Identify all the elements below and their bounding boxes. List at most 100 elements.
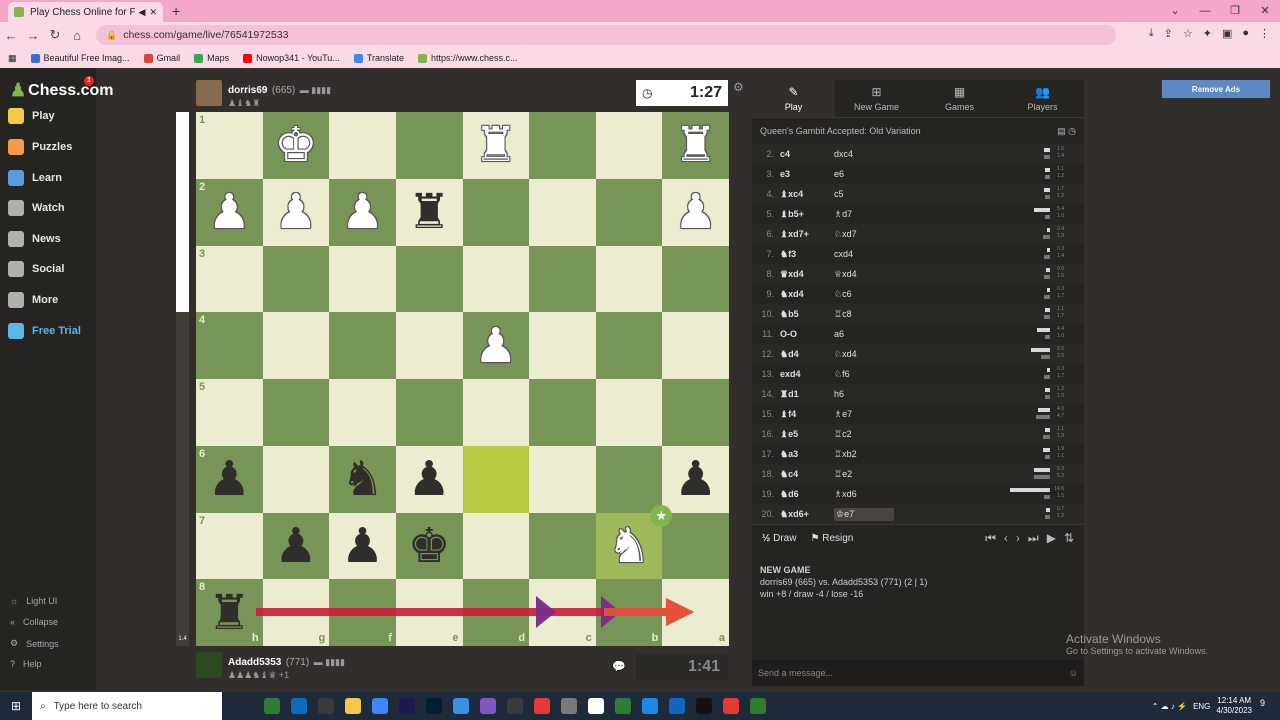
extensions-icon[interactable]: ✦ [1203,27,1212,40]
opening-name[interactable]: Queen's Gambit Accepted: Old Variation [760,126,921,136]
black-move[interactable]: cxd4 [834,249,894,259]
white-move[interactable]: ♝f4 [780,409,834,420]
taskbar-app-icon[interactable] [534,698,550,714]
board-square[interactable]: g [262,579,330,646]
black-piece[interactable]: ♚ [408,522,451,570]
taskbar-app-icon[interactable] [669,698,685,714]
close-tab-icon[interactable]: ✕ [149,7,157,18]
black-move[interactable]: ♖c8 [834,309,894,320]
tab-players[interactable]: 👥 Players [1001,80,1084,117]
white-piece[interactable]: ♚ [274,121,317,169]
bookmark-item[interactable]: Beautiful Free Imag... [30,53,130,63]
white-move[interactable]: ♝xd7+ [780,229,834,240]
white-move[interactable]: ♝b5+ [780,209,834,220]
white-piece[interactable]: ♟ [274,188,317,236]
taskbar-app-icon[interactable] [588,698,604,714]
board-square[interactable]: 2 ♟ [196,178,263,246]
black-move[interactable]: ♘xd7 [834,229,894,240]
board-square[interactable]: ♟ [329,512,396,580]
board-square[interactable] [529,379,596,446]
back-icon[interactable]: ← [0,28,22,43]
black-move[interactable]: dxc4 [834,149,894,159]
black-move[interactable]: h6 [834,389,894,399]
white-move[interactable]: ♞f3 [780,249,834,260]
draw-button[interactable]: ½ Draw [762,533,796,544]
white-move[interactable]: O-O [780,329,834,339]
sidepanel-icon[interactable]: ▣ [1222,27,1232,40]
board-square[interactable] [462,178,530,246]
board-square[interactable]: c [529,579,596,646]
board-square[interactable]: a [662,579,729,646]
taskbar-app-icon[interactable] [615,698,631,714]
language-indicator[interactable]: ENG [1193,702,1210,711]
board-square[interactable] [595,312,663,379]
white-piece[interactable]: ♟ [208,188,251,236]
board-square[interactable] [662,379,729,446]
taskbar-app-icon[interactable] [750,698,766,714]
bookmark-star-icon[interactable]: ☆ [1183,27,1193,40]
black-piece[interactable]: ♟ [341,522,384,570]
board-square[interactable]: ♟ [395,445,463,513]
black-move[interactable]: ♘f6 [834,369,894,380]
board-square[interactable] [529,512,596,580]
taskbar-app-icon[interactable] [507,698,523,714]
black-move[interactable]: ♕xd4 [834,269,894,280]
white-move[interactable]: ♜d1 [780,389,834,400]
bookmark-item[interactable]: Translate [353,53,404,63]
sidebar-item-watch[interactable]: Watch [8,200,65,216]
board-square[interactable] [262,245,330,313]
first-move-icon[interactable]: ⏮ [985,531,996,546]
taskbar-app-icon[interactable] [318,698,334,714]
restore-button[interactable]: ❐ [1220,0,1250,22]
board-square[interactable]: ♚ [395,512,463,580]
white-move[interactable]: ♞a3 [780,449,834,460]
board-square[interactable]: ♚ [262,112,330,179]
white-move[interactable]: c4 [780,149,834,159]
board-square[interactable] [595,379,663,446]
black-move[interactable]: ♖e2 [834,469,894,480]
board-square[interactable] [529,312,596,379]
taskbar-app-icon[interactable] [480,698,496,714]
taskbar-search[interactable]: ⌕ Type here to search [32,692,222,720]
last-move-icon[interactable]: ⏭ [1028,531,1039,546]
black-move[interactable]: ♘xd4 [834,349,894,360]
taskbar-app-icon[interactable] [642,698,658,714]
board-square[interactable] [462,512,530,580]
browser-tab[interactable]: Play Chess Online for FREE w ◀ ✕ [8,2,163,22]
white-move[interactable]: ♞xd6+ [780,509,834,520]
board-square[interactable] [595,112,663,179]
avatar[interactable] [196,80,222,106]
black-piece[interactable]: ♜ [208,589,251,637]
white-move[interactable]: exd4 [780,369,834,379]
board-square[interactable]: ♟ [462,312,530,379]
opening-tools-icon[interactable]: ▤ ◷ [1057,126,1076,137]
board-settings-gear-icon[interactable]: ⚙ [733,80,744,94]
white-move[interactable]: ♞c4 [780,469,834,480]
board-square[interactable]: 3 [196,245,263,313]
resign-button[interactable]: ⚑ Resign [810,533,853,544]
black-piece[interactable]: ♟ [674,455,717,503]
board-square[interactable]: 7 [196,512,263,580]
white-move[interactable]: e3 [780,169,834,179]
taskbar-app-icon[interactable] [561,698,577,714]
sidebar-item-puzzles[interactable]: Puzzles [8,139,72,155]
black-move[interactable]: c5 [834,189,894,199]
board-square[interactable]: ♞ [329,445,396,513]
white-move[interactable]: ♞d4 [780,349,834,360]
board-square[interactable] [395,245,463,313]
bookmark-item[interactable]: Gmail [143,53,180,63]
sidebar-item-more[interactable]: More [8,292,58,308]
sidebar-footer-collapse[interactable]: « Collapse [10,617,58,627]
black-piece[interactable]: ♟ [208,455,251,503]
windows-start-icon[interactable]: ⊞ [0,699,32,713]
taskbar-app-icon[interactable] [291,698,307,714]
board-square[interactable] [662,512,729,580]
tab-search-icon[interactable]: ⌄ [1160,0,1190,22]
white-piece[interactable]: ♜ [674,121,717,169]
white-piece[interactable]: ♟ [341,188,384,236]
sidebar-item-play[interactable]: Play [8,108,55,124]
notification-icon[interactable]: 9 [1260,698,1274,712]
board-square[interactable]: 8 h ♜ [196,579,263,646]
board-square[interactable]: 1 [196,112,263,179]
speaker-icon[interactable]: ◀ [139,7,146,18]
